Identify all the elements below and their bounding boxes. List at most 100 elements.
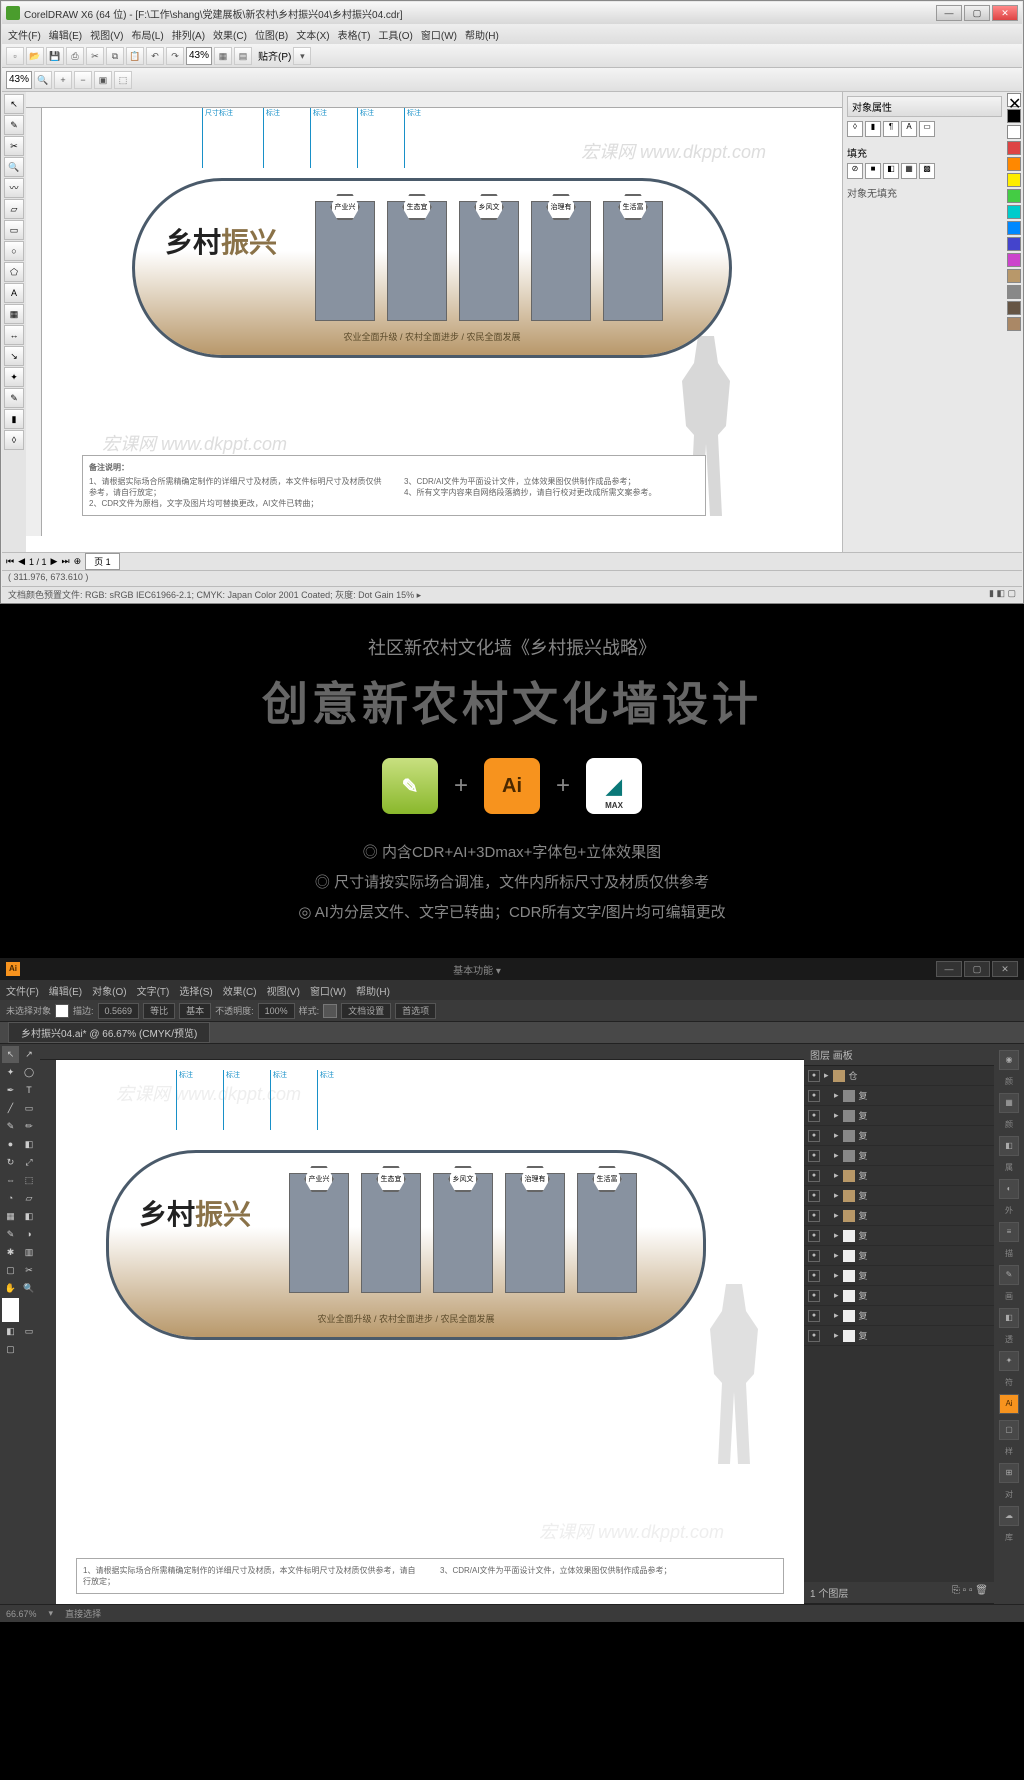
text-tool-icon[interactable]: A <box>4 283 24 303</box>
selection-tool-icon[interactable]: ↖ <box>2 1046 19 1063</box>
visibility-icon[interactable]: ● <box>808 1190 820 1202</box>
solid-icon[interactable]: ■ <box>865 163 881 179</box>
shape-tool-icon[interactable]: ✎ <box>4 115 24 135</box>
layer-row[interactable]: ●▸复 <box>804 1186 994 1206</box>
maximize-button[interactable]: ▢ <box>964 5 990 21</box>
visibility-icon[interactable]: ● <box>808 1230 820 1242</box>
layer-row[interactable]: ●▸复 <box>804 1286 994 1306</box>
magic-wand-icon[interactable]: ✦ <box>2 1064 19 1081</box>
save-icon[interactable]: 💾 <box>46 47 64 65</box>
menu-item[interactable]: 编辑(E) <box>49 27 82 42</box>
visibility-icon[interactable]: ● <box>808 1270 820 1282</box>
maximize-button[interactable]: ▢ <box>964 961 990 977</box>
layer-row[interactable]: ●▸复 <box>804 1166 994 1186</box>
layer-row[interactable]: ●▸复 <box>804 1086 994 1106</box>
zoom-in-icon[interactable]: + <box>54 71 72 89</box>
menu-item[interactable]: 选择(S) <box>179 983 212 998</box>
menu-item[interactable]: 对象(O) <box>92 983 126 998</box>
hand-tool-icon[interactable]: ✋ <box>2 1280 19 1297</box>
rotate-tool-icon[interactable]: ↻ <box>2 1154 19 1171</box>
eyedropper-tool-icon[interactable]: ✎ <box>4 388 24 408</box>
page-tab[interactable]: 页 1 <box>85 553 120 570</box>
styles-panel-icon[interactable]: ▢ <box>999 1420 1019 1440</box>
freehand-tool-icon[interactable]: 〰 <box>4 178 24 198</box>
tb-icon[interactable]: ▾ <box>293 47 311 65</box>
visibility-icon[interactable]: ● <box>808 1070 820 1082</box>
color-swatch[interactable] <box>1007 157 1021 171</box>
color-swatch[interactable] <box>1007 285 1021 299</box>
layer-row[interactable]: ●▸复 <box>804 1226 994 1246</box>
color-swatch[interactable] <box>1007 269 1021 283</box>
menu-item[interactable]: 工具(O) <box>378 27 412 42</box>
connector-tool-icon[interactable]: ↘ <box>4 346 24 366</box>
stroke-panel-icon[interactable]: ≡ <box>999 1222 1019 1242</box>
scale-tool-icon[interactable]: ⤢ <box>21 1154 38 1171</box>
visibility-icon[interactable]: ● <box>808 1090 820 1102</box>
menu-item[interactable]: 窗口(W) <box>421 27 457 42</box>
outline-icon[interactable]: ◊ <box>847 121 863 137</box>
color-swatch[interactable] <box>1007 237 1021 251</box>
opacity-input[interactable]: 100% <box>258 1003 295 1019</box>
polygon-tool-icon[interactable]: ⬠ <box>4 262 24 282</box>
layer-row[interactable]: ●▸复 <box>804 1266 994 1286</box>
menu-item[interactable]: 窗口(W) <box>310 983 346 998</box>
fit-page-icon[interactable]: ⬚ <box>114 71 132 89</box>
mesh-tool-icon[interactable]: ▦ <box>2 1208 19 1225</box>
stroke-weight-input[interactable]: 0.5669 <box>98 1003 140 1019</box>
layer-row[interactable]: ●▸复 <box>804 1146 994 1166</box>
fill-tool-icon[interactable]: ▮ <box>4 409 24 429</box>
menu-item[interactable]: 效果(C) <box>223 983 257 998</box>
add-page-icon[interactable]: ⊕ <box>74 556 82 567</box>
new-icon[interactable]: ▫ <box>6 47 24 65</box>
transparency-panel-icon[interactable]: ◧ <box>999 1308 1019 1328</box>
appearance-panel-icon[interactable]: ◐ <box>999 1179 1019 1199</box>
para-icon[interactable]: ¶ <box>883 121 899 137</box>
width-tool-icon[interactable]: ⇔ <box>2 1172 19 1189</box>
document-tab[interactable]: 乡村振兴04.ai* @ 66.67% (CMYK/预览) <box>8 1022 210 1043</box>
fill-swatch[interactable] <box>55 1004 69 1018</box>
color-swatch[interactable] <box>1007 301 1021 315</box>
no-color-swatch[interactable]: ✕ <box>1007 93 1021 107</box>
tb-icon[interactable]: ▦ <box>214 47 232 65</box>
texture-icon[interactable]: ▩ <box>919 163 935 179</box>
dimension-tool-icon[interactable]: ↔ <box>4 325 24 345</box>
visibility-icon[interactable]: ● <box>808 1250 820 1262</box>
design-artwork[interactable]: 乡村振兴 产业兴旺 生态宜居 乡风文明 治理有效 生活富裕 农业全面升级 / 农… <box>106 1150 706 1340</box>
menu-item[interactable]: 视图(V) <box>90 27 123 42</box>
graph-tool-icon[interactable]: ▥ <box>21 1244 38 1261</box>
rectangle-tool-icon[interactable]: ▭ <box>4 220 24 240</box>
nofill-icon[interactable]: ⊘ <box>847 163 863 179</box>
zoom-select[interactable]: 43% <box>186 47 212 65</box>
shape-builder-icon[interactable]: ◔ <box>2 1190 19 1207</box>
ellipse-tool-icon[interactable]: ○ <box>4 241 24 261</box>
zoom-tool-icon[interactable]: 🔍 <box>4 157 24 177</box>
screen-mode-icon[interactable]: ▢ <box>2 1341 19 1358</box>
visibility-icon[interactable]: ● <box>808 1170 820 1182</box>
menu-item[interactable]: 文件(F) <box>6 983 39 998</box>
zoom-out-icon[interactable]: − <box>74 71 92 89</box>
swatches-panel-icon[interactable]: ▦ <box>999 1093 1019 1113</box>
workspace-switcher[interactable]: 基本功能 ▾ <box>453 962 501 977</box>
zoom-level[interactable]: 43% <box>6 71 32 89</box>
nav-first-icon[interactable]: ⏮ <box>6 556 14 567</box>
visibility-icon[interactable]: ● <box>808 1330 820 1342</box>
style-swatch[interactable] <box>323 1004 337 1018</box>
layer-actions[interactable]: ⎘ ▫ ▫ 🗑 <box>952 1585 988 1600</box>
nav-last-icon[interactable]: ⏭ <box>61 556 69 567</box>
color-swatch[interactable] <box>1007 253 1021 267</box>
table-tool-icon[interactable]: ▦ <box>4 304 24 324</box>
open-icon[interactable]: 📂 <box>26 47 44 65</box>
direct-select-tool-icon[interactable]: ↗ <box>21 1046 38 1063</box>
symbol-spray-icon[interactable]: ✱ <box>2 1244 19 1261</box>
color-swatch[interactable] <box>1007 141 1021 155</box>
tb-icon[interactable]: ▤ <box>234 47 252 65</box>
gradient-icon[interactable]: ◧ <box>883 163 899 179</box>
outline-tool-icon[interactable]: ◊ <box>4 430 24 450</box>
artboard-tool-icon[interactable]: ▢ <box>2 1262 19 1279</box>
libraries-panel-icon[interactable]: ☁ <box>999 1506 1019 1526</box>
gradient-tool-icon[interactable]: ◧ <box>21 1208 38 1225</box>
effects-tool-icon[interactable]: ✦ <box>4 367 24 387</box>
pen-tool-icon[interactable]: ✒ <box>2 1082 19 1099</box>
redo-icon[interactable]: ↷ <box>166 47 184 65</box>
visibility-icon[interactable]: ● <box>808 1150 820 1162</box>
